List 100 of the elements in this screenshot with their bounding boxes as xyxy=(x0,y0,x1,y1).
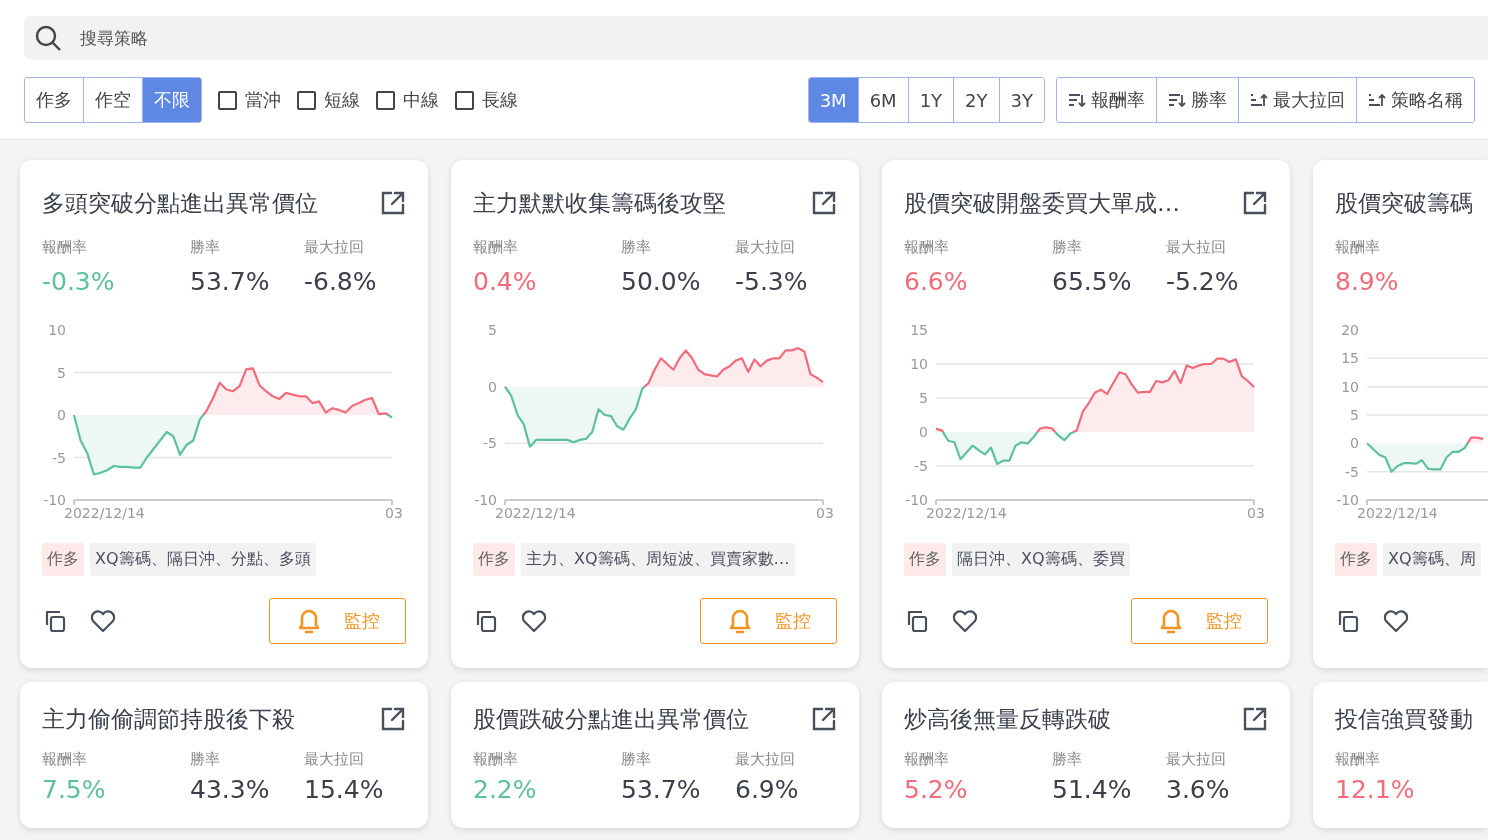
stat-value: -5.2% xyxy=(1166,267,1240,296)
keyword-tag: XQ籌碼、周 xyxy=(1383,543,1481,576)
stat-label: 最大拉回 xyxy=(304,750,365,769)
y-tick-label: 5 xyxy=(57,364,66,381)
x-tick-label: 2022/12/14 xyxy=(495,505,576,521)
strategy-title[interactable]: 股價跌破分點進出異常價位 xyxy=(473,703,749,735)
y-tick-label: -10 xyxy=(1336,492,1359,508)
strategy-title[interactable]: 主力偷偷調節持股後下殺 xyxy=(42,703,295,735)
y-tick-label: 0 xyxy=(1350,435,1359,452)
search-icon xyxy=(34,24,62,52)
stat-label: 最大拉回 xyxy=(1166,750,1227,769)
stat-value: 43.3% xyxy=(190,775,271,804)
heart-icon[interactable] xyxy=(90,609,116,633)
stat-value: 3.6% xyxy=(1166,775,1231,804)
y-tick-label: 0 xyxy=(57,407,66,423)
stat-value: 53.7% xyxy=(621,775,702,804)
y-tick-label: 15 xyxy=(1341,350,1359,367)
strategy-title[interactable]: 主力默默收集籌碼後攻堅 xyxy=(473,187,726,219)
stat-label: 最大拉回 xyxy=(735,750,796,769)
y-tick-label: 0 xyxy=(488,378,497,395)
x-tick-label: 2022/12/14 xyxy=(926,505,1007,521)
stat-label: 報酬率 xyxy=(904,750,950,769)
stat-label: 報酬率 xyxy=(473,238,519,257)
y-tick-label: 10 xyxy=(910,356,928,372)
checkbox-label[interactable]: 短線 xyxy=(324,88,360,112)
checkbox-label[interactable]: 長線 xyxy=(482,88,518,112)
strategy-title[interactable]: 股價突破開盤委買大單成… xyxy=(904,187,1180,219)
stat-label: 勝率 xyxy=(1052,750,1083,769)
stat-label: 最大拉回 xyxy=(735,238,796,257)
stat-label: 報酬率 xyxy=(1335,238,1381,257)
stat-value: -5.3% xyxy=(735,267,809,296)
heart-icon[interactable] xyxy=(1383,609,1409,633)
search-input[interactable]: 搜尋策略 xyxy=(80,23,1478,53)
y-tick-label: 10 xyxy=(1341,378,1359,395)
stat-value: 7.5% xyxy=(42,775,107,804)
checkbox-label[interactable]: 當沖 xyxy=(245,88,281,112)
checkbox[interactable] xyxy=(455,90,474,110)
external-link-icon[interactable] xyxy=(811,190,837,216)
direction-tag: 作多 xyxy=(473,543,515,576)
y-tick-label: 5 xyxy=(1350,407,1359,423)
y-tick-label: -5 xyxy=(483,435,497,452)
y-tick-label: -10 xyxy=(43,492,66,508)
stat-label: 最大拉回 xyxy=(1166,238,1227,257)
heart-icon[interactable] xyxy=(521,609,547,633)
stat-value: 50.0% xyxy=(621,267,702,296)
y-tick-label: 5 xyxy=(488,322,497,338)
stat-value: 2.2% xyxy=(473,775,538,804)
stat-label: 報酬率 xyxy=(42,750,88,769)
checkbox[interactable] xyxy=(218,90,237,110)
heart-icon[interactable] xyxy=(952,609,978,633)
period-option[interactable]: 3Y xyxy=(998,78,1044,122)
stat-value: 65.5% xyxy=(1052,267,1133,296)
checkbox[interactable] xyxy=(297,90,316,110)
strategy-title[interactable]: 多頭突破分點進出異常價位 xyxy=(42,187,318,219)
x-tick-label: 03 xyxy=(1247,505,1265,521)
external-link-icon[interactable] xyxy=(380,190,406,216)
x-tick-label: 2022/12/14 xyxy=(1357,505,1438,521)
strategy-title[interactable]: 炒高後無量反轉跌破 xyxy=(904,703,1111,735)
stat-value: 6.9% xyxy=(735,775,800,804)
stat-value: -0.3% xyxy=(42,267,116,296)
strategy-title[interactable]: 投信強買發動 xyxy=(1335,703,1473,735)
stat-value: 15.4% xyxy=(304,775,385,804)
y-tick-label: 0 xyxy=(919,424,928,440)
stat-label: 最大拉回 xyxy=(304,238,365,257)
y-tick-label: -10 xyxy=(905,492,928,508)
direction-tag: 作多 xyxy=(42,543,84,576)
x-tick-label: 03 xyxy=(385,505,403,521)
direction-tag: 作多 xyxy=(904,543,946,576)
y-tick-label: -5 xyxy=(914,458,928,474)
external-link-icon[interactable] xyxy=(1242,706,1268,732)
direction-tag: 作多 xyxy=(1335,543,1377,576)
sort-button[interactable]: 策略名稱 xyxy=(1356,78,1474,122)
stat-label: 報酬率 xyxy=(1335,750,1381,769)
stat-value: 53.7% xyxy=(190,267,271,296)
external-link-icon[interactable] xyxy=(811,706,837,732)
stat-label: 勝率 xyxy=(621,238,652,257)
keyword-tag: 隔日沖、XQ籌碼、委買 xyxy=(952,543,1130,576)
x-tick-label: 2022/12/14 xyxy=(64,505,145,521)
stat-value: 5.2% xyxy=(904,775,969,804)
stat-label: 報酬率 xyxy=(473,750,519,769)
y-tick-label: 10 xyxy=(48,322,66,338)
stat-label: 勝率 xyxy=(621,750,652,769)
y-tick-label: -5 xyxy=(1345,463,1359,480)
stat-label: 報酬率 xyxy=(904,238,950,257)
stat-value: 0.4% xyxy=(473,267,538,296)
stat-value: 6.6% xyxy=(904,267,969,296)
external-link-icon[interactable] xyxy=(1242,190,1268,216)
stat-label: 報酬率 xyxy=(42,238,88,257)
y-tick-label: -5 xyxy=(52,449,66,466)
strategy-title[interactable]: 股價突破籌碼 xyxy=(1335,187,1473,219)
checkbox-label[interactable]: 中線 xyxy=(403,88,439,112)
external-link-icon[interactable] xyxy=(380,706,406,732)
search-field[interactable]: 搜尋策略 xyxy=(24,16,1488,60)
stat-label: 勝率 xyxy=(190,238,221,257)
x-tick-label: 03 xyxy=(816,505,834,521)
keyword-tag: 主力、XQ籌碼、周短波、買賣家數… xyxy=(521,543,795,576)
y-tick-label: 15 xyxy=(910,322,928,338)
keyword-tag: XQ籌碼、隔日沖、分點、多頭 xyxy=(90,543,316,576)
y-tick-label: -10 xyxy=(474,492,497,508)
checkbox[interactable] xyxy=(376,90,395,110)
